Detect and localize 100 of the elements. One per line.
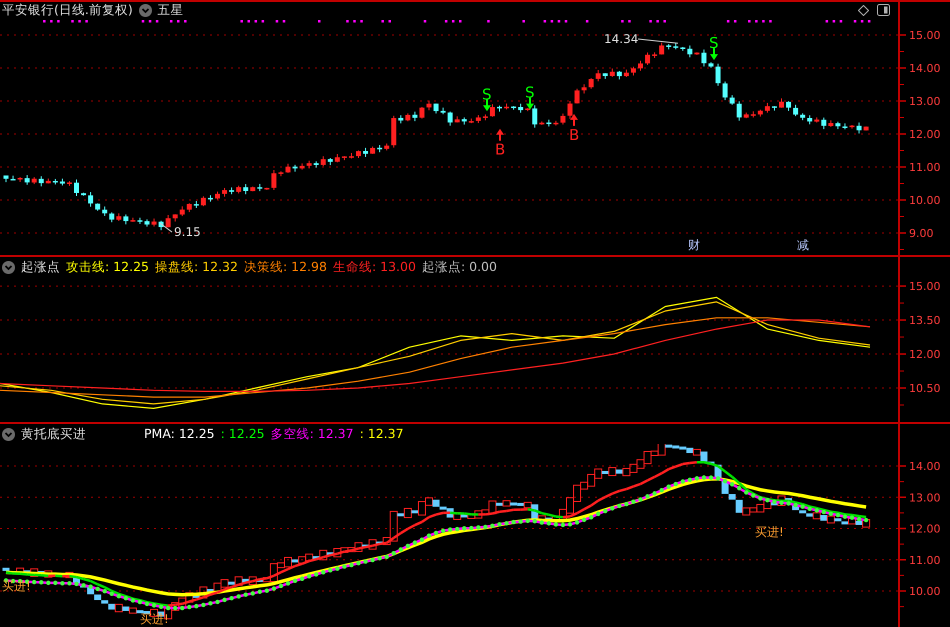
candle [222, 187, 228, 198]
event-tag: 减 [797, 238, 809, 252]
axis-label: 12.00 [909, 348, 940, 362]
candle [856, 122, 862, 134]
axis-label: 11.00 [909, 554, 940, 567]
sell-signal: S [482, 85, 492, 112]
panel-toggle-icon[interactable] [877, 4, 890, 16]
sell-signal: S [525, 84, 535, 110]
axis-label: 12.00 [909, 522, 940, 536]
candle [250, 186, 256, 192]
candle [511, 106, 516, 110]
candle [194, 200, 199, 208]
candle [560, 113, 566, 125]
candle [180, 206, 185, 217]
candle [638, 60, 643, 72]
legend-value: : 12.25 [220, 424, 265, 443]
diamond-icon[interactable] [858, 4, 869, 16]
candle [130, 217, 136, 222]
candle [405, 112, 410, 122]
legend-value: 决策线 [244, 258, 283, 276]
price-marker: 9.15 [174, 225, 201, 240]
candle [539, 120, 544, 126]
candle [736, 100, 742, 122]
candle [616, 70, 622, 80]
candle [842, 122, 848, 130]
candle [814, 116, 820, 124]
candle [850, 124, 854, 130]
chart-title: 平安银行(日线.前复权) [2, 0, 133, 19]
candle [158, 220, 164, 231]
legend-value: PMA: 12.25 [144, 424, 215, 443]
candle [659, 42, 664, 56]
legend-value: 多空线: 12.37 [270, 424, 354, 443]
candle [166, 214, 171, 228]
candle [412, 111, 418, 122]
candle [257, 183, 262, 192]
candle [208, 194, 213, 202]
candle [123, 214, 128, 225]
leader-line [160, 222, 172, 233]
candle [596, 70, 601, 82]
axis-label: 9.00 [909, 227, 934, 240]
axis-label: 12.00 [909, 128, 940, 141]
candle [342, 156, 347, 161]
legend-value: 起涨点: 0.00 [422, 258, 497, 276]
legend-value: : 12.32 [194, 258, 238, 276]
candle [292, 164, 298, 172]
candle [356, 150, 361, 158]
candle [652, 52, 658, 58]
candle [835, 121, 840, 130]
candle [306, 160, 312, 169]
candle [18, 176, 23, 182]
candle [328, 158, 333, 166]
candle [60, 178, 65, 186]
candle [46, 178, 51, 184]
candle [772, 106, 777, 112]
dropdown-icon[interactable] [2, 428, 15, 440]
dropdown-icon[interactable] [138, 4, 152, 16]
candle [4, 174, 8, 183]
candle [588, 78, 594, 90]
axis-label: 11.00 [909, 161, 940, 174]
candle [152, 218, 157, 228]
candle [582, 84, 587, 94]
candle [645, 52, 650, 66]
candle [807, 114, 812, 125]
legend-value: 操盘线 [154, 258, 194, 276]
legend-value: : 12.98 [282, 258, 327, 276]
candle [88, 192, 94, 208]
dropdown-icon[interactable] [2, 260, 15, 274]
legend-value: 攻击线 [66, 258, 105, 276]
candle [200, 196, 206, 207]
candle [758, 109, 763, 118]
axis-label: 10.00 [909, 585, 940, 598]
candle [95, 202, 100, 212]
axis-label: 10.50 [909, 382, 940, 396]
candle [468, 118, 474, 124]
candle [229, 186, 234, 195]
candle [462, 116, 467, 126]
candle [673, 42, 678, 50]
candle [172, 214, 178, 222]
axis-label: 15.00 [909, 29, 940, 42]
buy-signal: B [569, 114, 580, 144]
candle [630, 66, 636, 76]
candle [236, 185, 242, 194]
candle [32, 176, 37, 185]
candle [497, 105, 502, 112]
indicator-name[interactable]: 五星 [158, 0, 184, 20]
candle [518, 103, 524, 114]
candle [334, 154, 340, 163]
candle [602, 72, 608, 80]
candle [243, 184, 248, 195]
candle [137, 217, 142, 224]
candle [116, 212, 122, 222]
candle [215, 191, 220, 200]
indicator-name: 黄托底买进 [21, 424, 86, 443]
candle [264, 187, 270, 190]
candle [793, 104, 798, 117]
candle [574, 88, 580, 104]
candle [750, 110, 756, 118]
indicator-name: 起涨点 [21, 258, 60, 276]
candle [320, 156, 326, 167]
candle [553, 120, 558, 126]
